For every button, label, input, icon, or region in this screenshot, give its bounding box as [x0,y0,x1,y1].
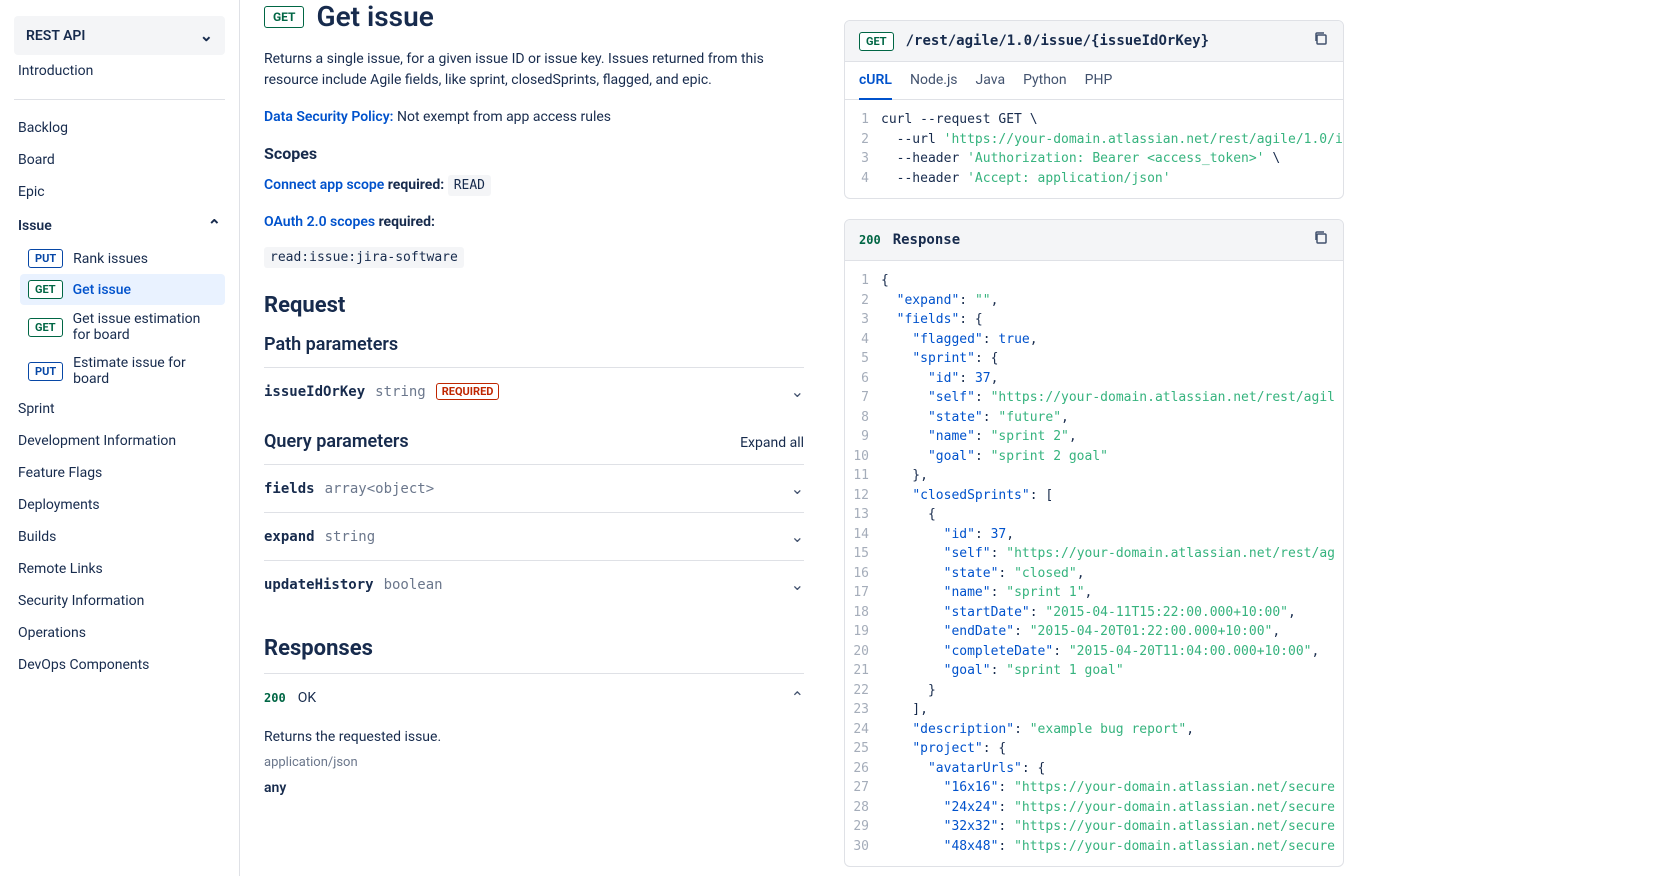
language-tab[interactable]: Node.js [910,72,958,99]
request-code-card: GET /rest/agile/1.0/issue/{issueIdOrKey}… [844,20,1344,199]
param-name: fields [264,481,315,497]
connect-scope-link[interactable]: Connect app scope [264,177,384,193]
scopes-heading: Scopes [264,144,804,163]
chevron-down-icon [200,26,213,45]
param-type: array<object> [325,481,435,497]
language-tab[interactable]: Python [1023,72,1067,99]
sidebar: REST API Introduction BacklogBoardEpicIs… [0,0,240,876]
response-card-header: 200 Response [845,220,1343,261]
param-name: updateHistory [264,577,374,593]
param-type: boolean [384,577,443,593]
status-label: OK [298,690,316,706]
chevron-up-icon [208,216,221,235]
oauth-scopes-link[interactable]: OAuth 2.0 scopes [264,214,375,230]
sidebar-sub-item[interactable]: PUTEstimate issue for board [20,349,225,393]
method-badge: GET [28,318,63,337]
response-code-block: 1{2 "expand": "",3 "fields": {4 "flagged… [845,261,1343,866]
status-code: 200 [859,233,881,247]
content-type: application/json [264,755,804,770]
chevron-up-icon [791,688,804,707]
content-column: GET Get issue Returns a single issue, fo… [264,0,804,876]
nav-item[interactable]: Issue [14,208,225,243]
endpoint-description: Returns a single issue, for a given issu… [264,49,804,91]
param-row[interactable]: updateHistory boolean [264,560,804,608]
chevron-down-icon [791,527,804,546]
nav-item[interactable]: Board [14,144,225,176]
oauth-scope-line: OAuth 2.0 scopes required: [264,212,804,233]
connect-scope-line: Connect app scope required: READ [264,175,804,196]
nav-item[interactable]: Development Information [14,425,225,457]
sidebar-sub-item[interactable]: PUTRank issues [20,243,225,274]
main: GET Get issue Returns a single issue, fo… [240,0,1680,876]
param-name: expand [264,529,315,545]
api-selector-label: REST API [26,28,85,44]
path-params-heading: Path parameters [264,334,804,355]
nav-item[interactable]: Backlog [14,112,225,144]
page-title: Get issue [316,0,433,33]
nav-item[interactable]: Feature Flags [14,457,225,489]
dsp-link[interactable]: Data Security Policy: [264,109,394,125]
response-code-card: 200 Response 1{2 "expand": "",3 "fields"… [844,219,1344,867]
nav-item[interactable]: DevOps Components [14,649,225,681]
request-card-header: GET /rest/agile/1.0/issue/{issueIdOrKey} [845,21,1343,62]
sidebar-sub-item[interactable]: GETGet issue estimation for board [20,305,225,349]
endpoint-path: /rest/agile/1.0/issue/{issueIdOrKey} [906,33,1301,49]
language-tab[interactable]: PHP [1085,72,1113,99]
method-badge: PUT [28,362,63,381]
data-security-policy: Data Security Policy: Not exempt from ap… [264,107,804,128]
api-selector[interactable]: REST API [14,16,225,55]
copy-icon[interactable] [1313,230,1329,250]
copy-icon[interactable] [1313,31,1329,51]
method-badge: GET [264,6,304,28]
nav-item[interactable]: Builds [14,521,225,553]
oauth-scope-value: read:issue:jira-software [264,247,464,268]
method-badge: GET [28,280,63,299]
request-code-block: 1curl --request GET \2 --url 'https://yo… [845,100,1343,198]
title-row: GET Get issue [264,0,804,33]
query-params-heading: Query parameters [264,431,409,452]
param-row[interactable]: expand string [264,512,804,560]
status-code: 200 [264,691,286,705]
param-type: string [375,384,426,400]
code-panel: GET /rest/agile/1.0/issue/{issueIdOrKey}… [844,0,1344,876]
nav-introduction[interactable]: Introduction [14,55,225,87]
divider [14,99,225,100]
nav-item[interactable]: Security Information [14,585,225,617]
method-badge: PUT [28,249,63,268]
nav-item[interactable]: Epic [14,176,225,208]
request-heading: Request [264,293,804,318]
chevron-down-icon [791,382,804,401]
expand-all-button[interactable]: Expand all [740,435,804,451]
response-description: Returns the requested issue. [264,729,804,745]
sidebar-sub-item[interactable]: GETGet issue [20,274,225,305]
schema-type: any [264,780,804,796]
nav-item[interactable]: Sprint [14,393,225,425]
response-label: Response [893,232,1301,248]
chevron-down-icon [791,479,804,498]
nav-item[interactable]: Remote Links [14,553,225,585]
language-tab[interactable]: cURL [859,72,892,100]
nav-item[interactable]: Operations [14,617,225,649]
method-badge: GET [859,32,894,51]
nav-item[interactable]: Deployments [14,489,225,521]
chevron-down-icon [791,575,804,594]
responses-heading: Responses [264,636,804,661]
language-tabs: cURL Node.js Java Python PHP [845,62,1343,100]
param-type: string [325,529,376,545]
param-row[interactable]: fields array<object> [264,464,804,512]
connect-scope-value: READ [448,175,491,196]
response-row[interactable]: 200 OK [264,673,804,721]
required-badge: REQUIRED [436,383,500,400]
language-tab[interactable]: Java [976,72,1006,99]
param-name: issueIdOrKey [264,384,365,400]
param-row[interactable]: issueIdOrKey string REQUIRED [264,367,804,415]
